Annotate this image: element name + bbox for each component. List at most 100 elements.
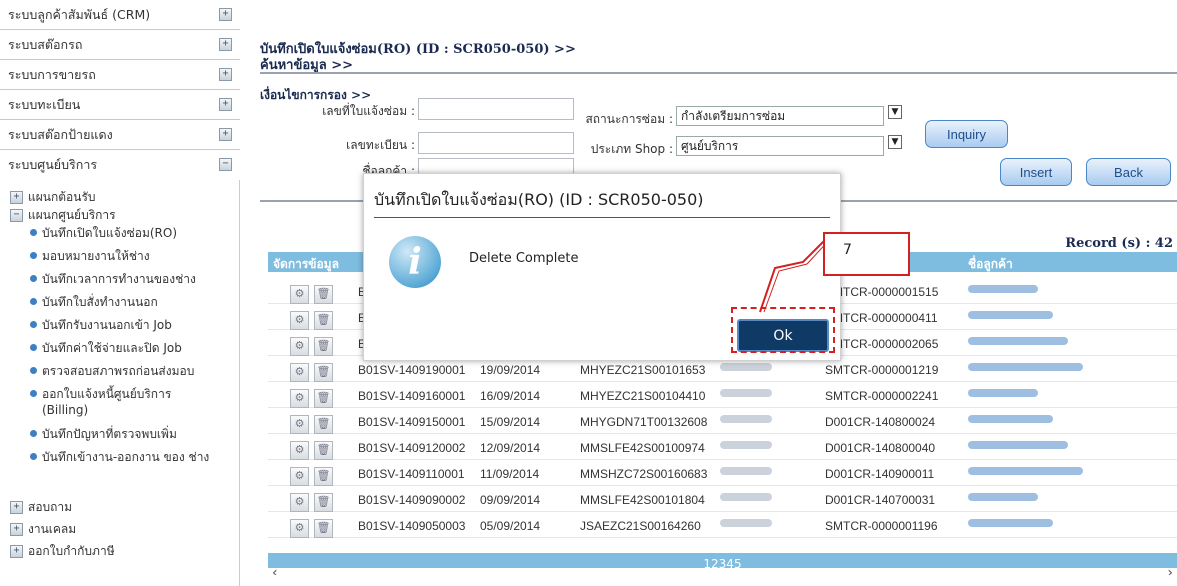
chevron-down-icon[interactable]: ▼ (888, 105, 902, 119)
trash-icon[interactable]: 🗑 (314, 441, 333, 460)
plus-icon[interactable]: + (219, 8, 232, 21)
link-tech-checkin[interactable]: บันทึกเข้างาน-ออกงาน ของ ช่าง (30, 449, 210, 465)
link-expense-close[interactable]: บันทึกค่าใช้จ่ายและปิด Job (30, 340, 230, 356)
menu-red-plate-stock[interactable]: ระบบสต๊อกป้ายแดง + (0, 120, 240, 150)
menu-label: ระบบสต๊อกรถ (8, 36, 83, 52)
gear-icon[interactable]: ⚙ (290, 285, 309, 304)
trash-icon[interactable]: 🗑 (314, 519, 333, 538)
trash-icon[interactable]: 🗑 (314, 493, 333, 512)
vin-number: MHYEZC21S00104410 (580, 389, 706, 403)
link-extra-problem[interactable]: บันทึกปัญหาที่ตรวจพบเพิ่ม (30, 426, 230, 442)
step-callout: 7 (823, 232, 910, 276)
repair-status-select[interactable]: กำลังเตรียมการซ่อม (676, 106, 884, 126)
chevron-down-icon[interactable]: ▼ (888, 135, 902, 149)
plus-icon[interactable]: + (219, 68, 232, 81)
ro-number[interactable]: B01SV-1409110001 (358, 467, 465, 481)
link-open-ro[interactable]: บันทึกเปิดใบแจ้งซ่อม(RO) (30, 225, 230, 241)
scroll-left-icon[interactable]: ‹ (272, 565, 278, 575)
plus-icon[interactable]: + (219, 128, 232, 141)
bullet-icon (30, 344, 37, 351)
plus-icon[interactable]: + (10, 522, 23, 536)
bullet-icon (30, 453, 37, 460)
link-billing[interactable]: ออกใบแจ้งหนี้ศูนย์บริการ (Billing) (30, 386, 220, 418)
trash-icon[interactable]: 🗑 (314, 467, 333, 486)
ro-number[interactable]: B01SV-1409090002 (358, 493, 465, 507)
inquiry-button[interactable]: Inquiry (925, 120, 1008, 148)
customer-code: SMTCR-0000000411 (825, 311, 938, 325)
redacted-text (968, 441, 1068, 449)
sub-reception[interactable]: + แผนกต้อนรับ (10, 188, 96, 206)
gear-icon[interactable]: ⚙ (290, 415, 309, 434)
link-tech-time[interactable]: บันทึกเวลาการทำงานของช่าง (30, 271, 230, 287)
menu-label: ระบบสต๊อกป้ายแดง (8, 126, 113, 142)
link-inspect-car[interactable]: ตรวจสอบสภาพรถก่อนส่งมอบ (30, 363, 230, 379)
trash-icon[interactable]: 🗑 (314, 415, 333, 434)
ro-number[interactable]: B01SV-1409150001 (358, 415, 465, 429)
ro-date: 19/09/2014 (480, 363, 541, 377)
sidebar: ระบบลูกค้าสัมพันธ์ (CRM) + ระบบสต๊อกรถ + ร… (0, 0, 240, 586)
customer-code: D001CR-140800024 (825, 415, 936, 429)
link-label: บันทึกรับงานนอกเข้า Job (42, 318, 172, 332)
highlight-box (731, 307, 835, 353)
record-count: Record (s) : 42 (1065, 236, 1173, 251)
dialog-title: บันทึกเปิดใบแจ้งซ่อม(RO) (ID : SCR050-05… (374, 190, 704, 209)
insert-button[interactable]: Insert (1000, 158, 1072, 186)
sub-tax-invoice[interactable]: + ออกใบกำกับภาษี (10, 542, 115, 560)
scroll-right-icon[interactable]: › (1167, 565, 1173, 575)
plus-icon[interactable]: + (219, 38, 232, 51)
ro-number[interactable]: B01SV-1409190001 (358, 363, 465, 377)
redacted-text (720, 493, 772, 501)
gear-icon[interactable]: ⚙ (290, 363, 309, 382)
menu-car-sales[interactable]: ระบบการขายรถ + (0, 60, 240, 90)
minus-icon[interactable]: − (10, 208, 23, 222)
bullet-icon (30, 275, 37, 282)
plus-icon[interactable]: + (10, 544, 23, 558)
vin-number: MMSHZC72S00160683 (580, 467, 708, 481)
reg-no-input[interactable] (418, 132, 574, 154)
link-label: มอบหมายงานให้ช่าง (42, 249, 150, 263)
redacted-text (968, 467, 1083, 475)
plus-icon[interactable]: + (219, 98, 232, 111)
menu-car-stock[interactable]: ระบบสต๊อกรถ + (0, 30, 240, 60)
trash-icon[interactable]: 🗑 (314, 337, 333, 356)
plus-icon[interactable]: + (10, 190, 23, 204)
ro-number[interactable]: B01SV-1409120002 (358, 441, 465, 455)
ro-date: 15/09/2014 (480, 415, 541, 429)
link-receive-outside[interactable]: บันทึกรับงานนอกเข้า Job (30, 317, 230, 333)
menu-service-center[interactable]: ระบบศูนย์บริการ − (0, 150, 240, 180)
gear-icon[interactable]: ⚙ (290, 467, 309, 486)
ro-no-input[interactable] (418, 98, 574, 120)
shop-type-select[interactable]: ศูนย์บริการ (676, 136, 884, 156)
sub-label: ออกใบกำกับภาษี (28, 543, 115, 558)
gear-icon[interactable]: ⚙ (290, 337, 309, 356)
trash-icon[interactable]: 🗑 (314, 311, 333, 330)
back-button[interactable]: Back (1086, 158, 1171, 186)
gear-icon[interactable]: ⚙ (290, 389, 309, 408)
sub-claims[interactable]: + งานเคลม (10, 520, 76, 538)
gear-icon[interactable]: ⚙ (290, 311, 309, 330)
ro-number[interactable]: B01SV-1409050003 (358, 519, 465, 533)
redacted-text (968, 415, 1053, 423)
gear-icon[interactable]: ⚙ (290, 493, 309, 512)
plus-icon[interactable]: + (10, 500, 23, 514)
sub-label: สอบถาม (28, 499, 73, 514)
link-outside-order[interactable]: บันทึกใบสั่งทำงานนอก (30, 294, 230, 310)
gear-icon[interactable]: ⚙ (290, 519, 309, 538)
trash-icon[interactable]: 🗑 (314, 363, 333, 382)
menu-crm[interactable]: ระบบลูกค้าสัมพันธ์ (CRM) + (0, 0, 240, 30)
menu-registration[interactable]: ระบบทะเบียน + (0, 90, 240, 120)
link-label: บันทึกค่าใช้จ่ายและปิด Job (42, 341, 182, 355)
sub-inquiry[interactable]: + สอบถาม (10, 498, 72, 516)
sub-service-dept[interactable]: − แผนกศูนย์บริการ (10, 206, 116, 224)
customer-code: SMTCR-0000001196 (825, 519, 938, 533)
info-icon: i (389, 236, 441, 288)
horizontal-scrollbar[interactable]: ‹ › (268, 565, 1177, 575)
redacted-text (720, 363, 772, 371)
trash-icon[interactable]: 🗑 (314, 389, 333, 408)
gear-icon[interactable]: ⚙ (290, 441, 309, 460)
link-assign-job[interactable]: มอบหมายงานให้ช่าง (30, 248, 230, 264)
trash-icon[interactable]: 🗑 (314, 285, 333, 304)
redacted-text (720, 467, 772, 475)
ro-number[interactable]: B01SV-1409160001 (358, 389, 465, 403)
minus-icon[interactable]: − (219, 158, 232, 171)
